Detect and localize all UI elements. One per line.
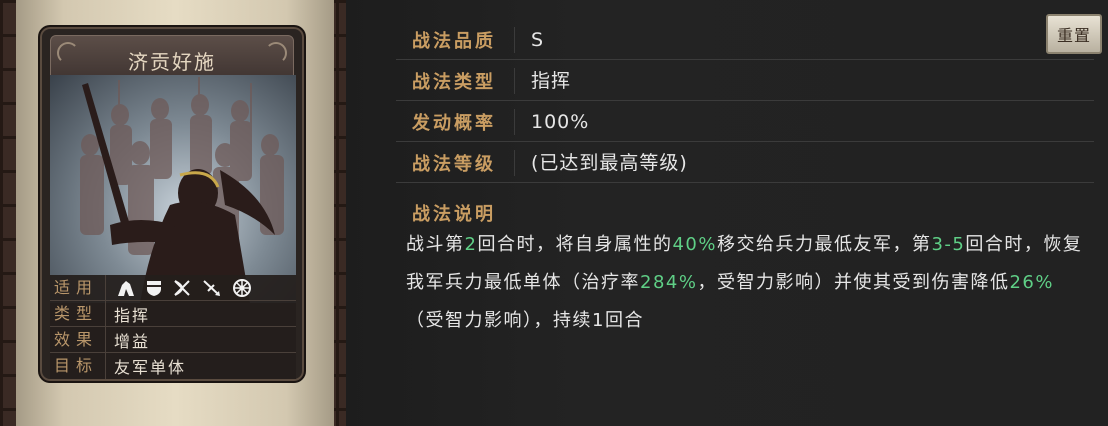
attr-label: 适用: [50, 275, 106, 300]
reset-button[interactable]: 重置: [1046, 14, 1102, 54]
attr-row-effect: 效果 增益: [50, 327, 296, 353]
attr-row-type: 类型 指挥: [50, 301, 296, 327]
info-row-quality: 战法品质 S: [396, 20, 1094, 60]
type-value: 指挥: [514, 67, 571, 94]
card-attribute-table: 适用 类型 指挥 效果 增益 目标 友军单体: [50, 275, 296, 379]
attr-value: 友军单体: [114, 358, 187, 377]
siege-wheel-icon: [233, 278, 251, 297]
description-highlight: 40%: [672, 234, 717, 255]
card-title: 济贡好施: [128, 50, 216, 74]
archer-icon: [174, 279, 190, 296]
shield-icon: [147, 280, 161, 296]
attr-value: 增益: [114, 331, 151, 351]
attr-label: 类型: [50, 301, 106, 326]
attr-value: 指挥: [114, 305, 151, 325]
attr-label: 目标: [50, 353, 106, 379]
description-segment: 移交给兵力最低友军，第: [716, 234, 932, 255]
quality-value: S: [514, 26, 544, 53]
description-title: 战法说明: [412, 204, 496, 225]
attr-row-target: 目标 友军单体: [50, 353, 296, 379]
info-row-rate: 发动概率 100%: [396, 102, 1094, 142]
rate-label: 发动概率: [412, 112, 496, 134]
description-highlight: 284%: [640, 272, 698, 293]
level-value: (已达到最高等级): [514, 149, 688, 176]
info-row-type: 战法类型 指挥: [396, 61, 1094, 101]
attr-label: 效果: [50, 327, 106, 352]
type-label: 战法类型: [412, 71, 496, 93]
description-segment: ，受智力影响）并使其受到伤害降低: [697, 272, 1010, 293]
description-segment: 战斗第: [406, 234, 465, 255]
skill-info-panel: 重置 战法品质 S 战法类型 指挥 发动概率 100% 战法等级 (已达到最高等…: [346, 0, 1108, 426]
spear-icon: [203, 279, 220, 296]
info-row-level: 战法等级 (已达到最高等级): [396, 143, 1094, 183]
description-highlight: 26%: [1009, 272, 1054, 293]
rate-value: 100%: [514, 108, 589, 135]
quality-label: 战法品质: [412, 30, 496, 52]
description-segment: （受智力影响），持续1回合: [406, 310, 644, 331]
description-highlight: 3-5: [931, 234, 966, 255]
description-highlight: 2: [464, 234, 478, 255]
warrior-silhouette-art: [80, 77, 284, 303]
attr-row-applicable: 适用: [50, 275, 296, 301]
skill-card: 济贡好施 适用 类型 指挥 效果 增益 目标 友军单体: [38, 25, 306, 383]
level-label: 战法等级: [412, 153, 496, 175]
description-segment: 回合时，将自身属性的: [477, 234, 673, 255]
description-body: 战斗第2回合时，将自身属性的40%移交给兵力最低友军，第3-5回合时，恢复我军兵…: [406, 226, 1086, 340]
troop-icon-list: [106, 278, 252, 298]
card-artwork: [50, 75, 296, 303]
cavalry-icon: [118, 280, 134, 296]
